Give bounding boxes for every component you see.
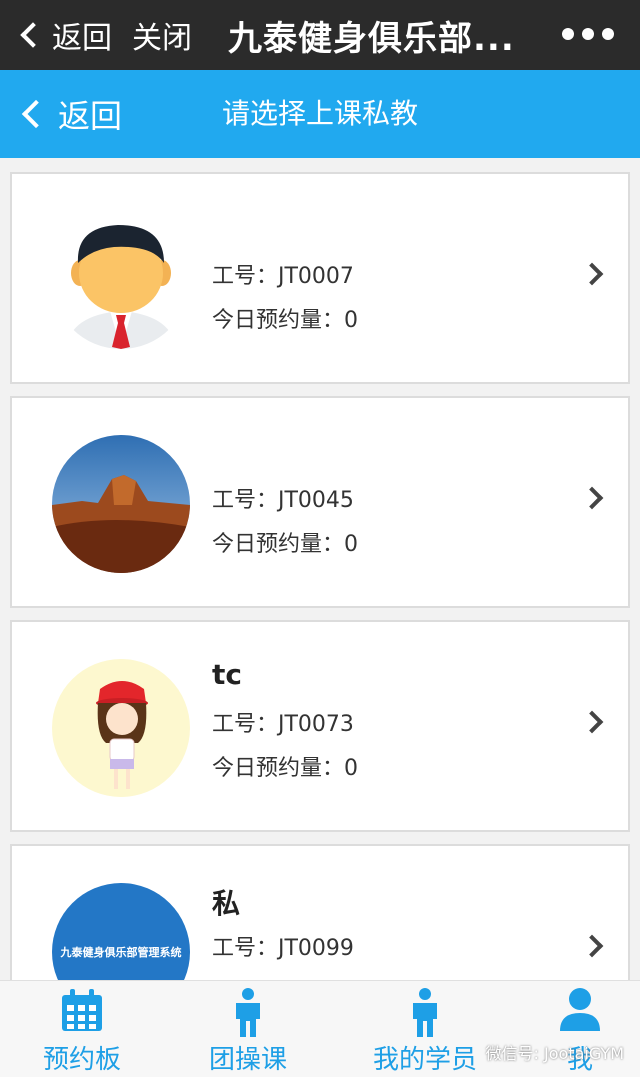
coach-card[interactable]: 工号：JT0007 今日预约量：0	[10, 172, 630, 384]
tab-booking-board[interactable]: 预约板	[22, 981, 142, 1077]
tab-label: 团操课	[208, 1045, 287, 1075]
chevron-right-icon	[580, 486, 604, 510]
club-logo-text: 九泰健身俱乐部管理系统	[60, 946, 182, 959]
businessman-avatar-icon	[52, 211, 190, 349]
chevron-left-icon	[20, 22, 46, 48]
chevron-left-icon	[21, 99, 51, 129]
coach-today-bookings: 今日预约量：0	[212, 308, 358, 333]
tab-label: 预约板	[42, 1045, 121, 1075]
avatar	[52, 435, 190, 573]
wechat-title-bar: 返回 关闭 九泰健身俱乐部...	[0, 0, 640, 70]
chevron-right-icon	[580, 710, 604, 734]
wechat-watermark: 微信号: JootaiGYM	[485, 1044, 624, 1063]
desert-landscape-avatar-icon	[52, 435, 190, 573]
person-icon	[413, 988, 437, 1037]
wechat-back-button[interactable]: 返回	[18, 13, 112, 57]
chevron-right-icon	[580, 262, 604, 286]
coach-employee-number: 工号：JT0007	[212, 264, 354, 289]
wechat-back-label: 返回	[52, 21, 112, 56]
calendar-icon	[62, 989, 102, 1031]
app-back-label: 返回	[58, 97, 123, 135]
coach-today-bookings: 今日预约量：0	[212, 532, 358, 557]
person-icon	[236, 988, 260, 1037]
coach-name: 私	[212, 887, 241, 920]
wechat-close-button[interactable]: 关闭	[132, 13, 192, 57]
cartoon-girl-avatar-icon	[52, 659, 190, 797]
coach-card[interactable]: tc 工号：JT0073 今日预约量：0	[10, 620, 630, 832]
user-icon	[560, 988, 600, 1031]
coach-employee-number: 工号：JT0073	[212, 712, 354, 737]
coach-today-bookings: 今日预约量：0	[212, 756, 358, 781]
avatar	[52, 659, 190, 797]
app-header: 请选择上课私教 返回	[0, 70, 640, 158]
app-back-button[interactable]: 返回	[21, 70, 123, 158]
coach-card[interactable]: 工号：JT0045 今日预约量：0	[10, 396, 630, 608]
tab-label: 我的学员	[372, 1045, 477, 1075]
coach-name: tc	[212, 658, 242, 691]
coach-employee-number: 工号：JT0099	[212, 936, 354, 961]
avatar	[52, 211, 190, 349]
wechat-page-title: 九泰健身俱乐部...	[228, 18, 515, 59]
coach-employee-number: 工号：JT0045	[212, 488, 354, 513]
tab-group-class[interactable]: 团操课	[188, 981, 308, 1077]
tab-my-students[interactable]: 我的学员	[360, 981, 490, 1077]
more-options-icon[interactable]	[562, 28, 614, 40]
chevron-right-icon	[580, 934, 604, 958]
